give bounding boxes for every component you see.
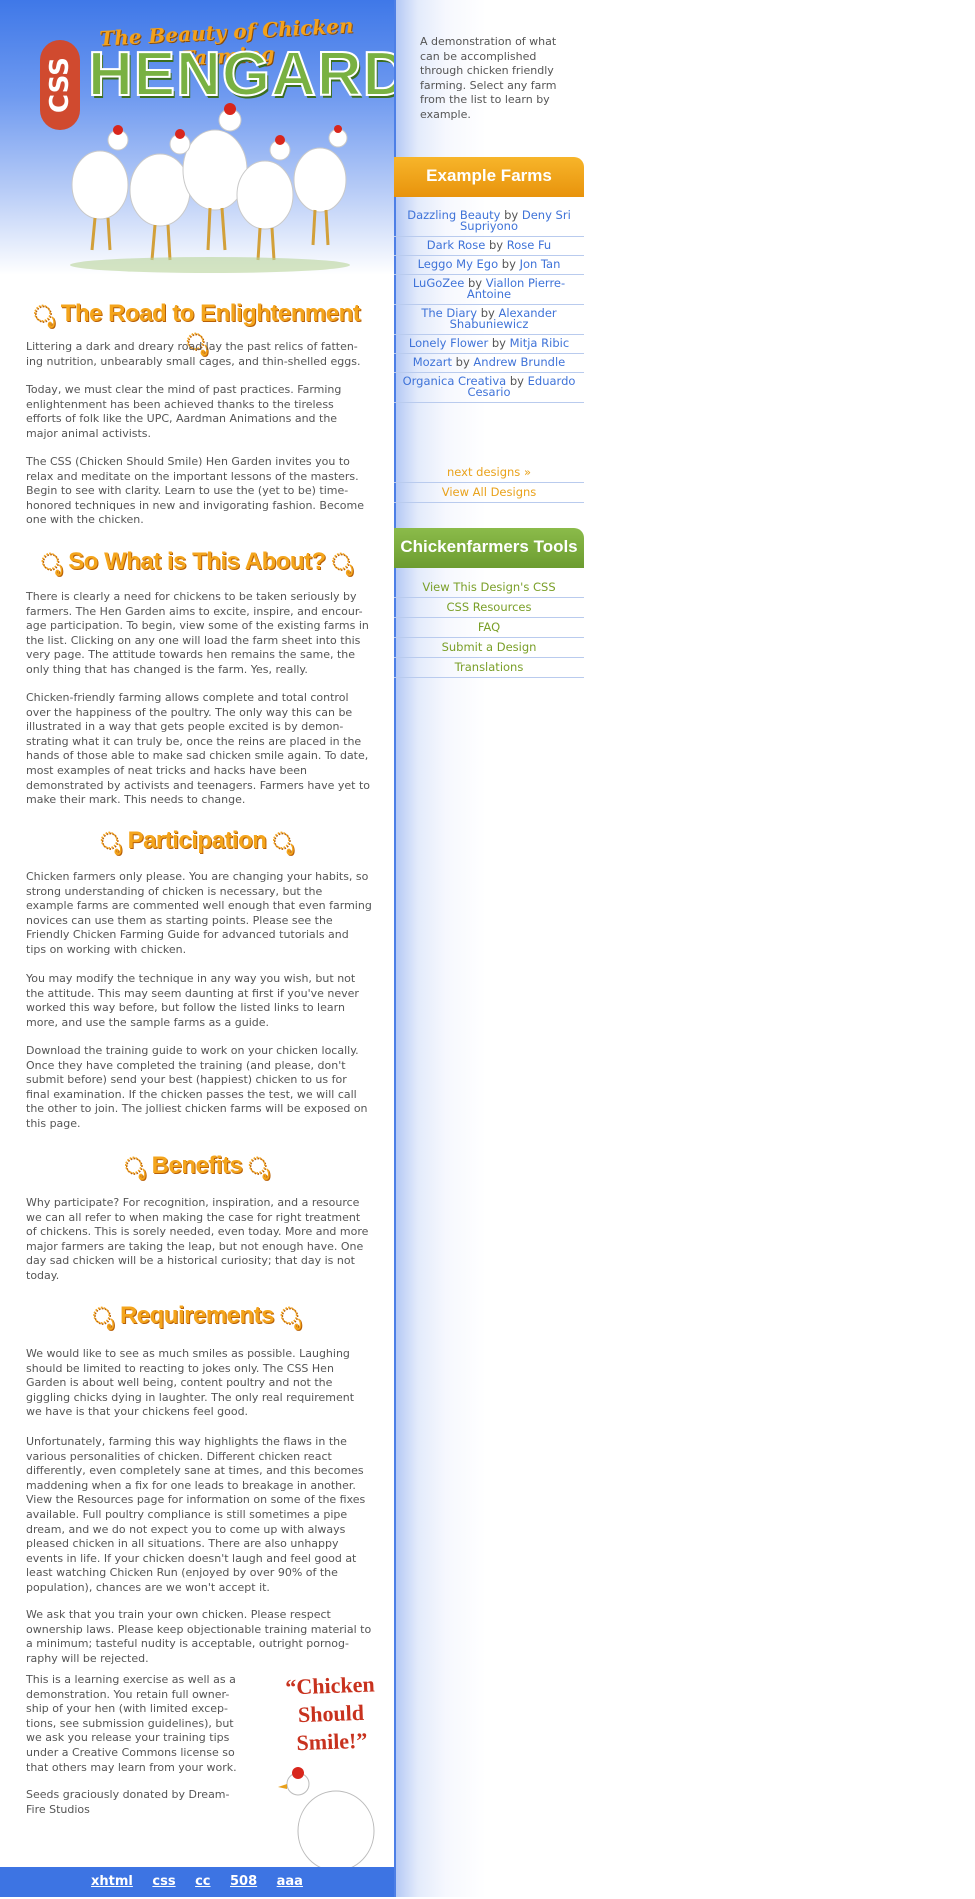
farm-item: Lonely Flower by Mitja Ribic xyxy=(394,335,584,354)
hens-illustration xyxy=(70,103,350,273)
tool-link-view-css[interactable]: View This Design's CSS xyxy=(422,580,555,594)
author-link[interactable]: Mitja Ribic xyxy=(510,336,570,350)
swirl-icon: ೃ xyxy=(248,1153,270,1179)
swirl-icon: ೃ xyxy=(272,828,294,854)
tool-link-submit[interactable]: Submit a Design xyxy=(442,640,537,654)
tool-link-translations[interactable]: Translations xyxy=(455,660,524,674)
by-label: by xyxy=(491,336,506,350)
next-designs-link[interactable]: next designs » xyxy=(447,465,531,479)
author-link[interactable]: Andrew Brundle xyxy=(473,355,565,369)
header-banner: The Beauty of Chicken Farming CSS HENGAR… xyxy=(0,0,394,275)
swirl-icon: ೃ xyxy=(41,549,63,575)
paragraph: There is clearly a need for chickens to … xyxy=(26,590,369,676)
farm-link[interactable]: Mozart xyxy=(413,355,452,369)
example-farms-heading: Example Farms xyxy=(394,157,584,197)
farm-link[interactable]: Dark Rose xyxy=(427,238,486,252)
paragraph: Today, we must clear the mind of past pr… xyxy=(26,383,342,440)
swirl-icon: ೃ xyxy=(280,1303,302,1329)
sidebar-intro: A demonstration of what can be accomplis… xyxy=(420,35,557,121)
tools-heading: Chickenfarmers Tools xyxy=(394,528,584,568)
paragraph: You may modify the technique in any way … xyxy=(26,972,359,1029)
farm-item: Dazzling Beauty by Deny Sri Supriyono xyxy=(394,207,584,237)
by-label: by xyxy=(488,238,504,252)
section-heading: Benefits xyxy=(151,1152,243,1179)
farm-item: Mozart by Andrew Brundle xyxy=(394,354,584,373)
nav-item: View All Designs xyxy=(394,483,584,503)
footer-link-css[interactable]: css xyxy=(152,1874,175,1889)
tool-item: FAQ xyxy=(394,618,584,638)
author-link[interactable]: Jon Tan xyxy=(520,257,561,271)
by-label: by xyxy=(455,355,470,369)
farm-item: Organica Creativa by Eduardo Cesario xyxy=(394,373,584,403)
tool-link-faq[interactable]: FAQ xyxy=(478,620,500,634)
farm-link[interactable]: Lonely Flower xyxy=(409,336,488,350)
swirl-icon: ೃ xyxy=(331,549,353,575)
farm-item: LuGoZee by Viallon Pierre-Antoine xyxy=(394,275,584,305)
page: The Beauty of Chicken Farming CSS HENGAR… xyxy=(0,0,975,1897)
paragraph: We ask that you train your own chicken. … xyxy=(26,1608,372,1665)
tool-link-css-resources[interactable]: CSS Resources xyxy=(446,600,531,614)
paragraph: Chicken-friendly farming allows complete… xyxy=(26,691,371,807)
promo-line: Should Smile!” xyxy=(296,1699,368,1756)
farm-item: Leggo My Ego by Jon Tan xyxy=(394,256,584,275)
section-title-benefits: ೃ Benefits ೃ xyxy=(26,1152,368,1180)
paragraph: Download the training guide to work on y… xyxy=(26,1044,368,1130)
author-link[interactable]: Viallon Pierre-Antoine xyxy=(467,276,565,301)
paragraph: The CSS (Chicken Should Smile) Hen Garde… xyxy=(26,455,364,527)
footer-link-aaa[interactable]: aaa xyxy=(277,1874,303,1889)
farm-item: The Diary by Alexander Shabuniewicz xyxy=(394,305,584,335)
farm-list: Dazzling Beauty by Deny Sri Supriyono Da… xyxy=(394,207,584,403)
section-heading: Participation xyxy=(127,827,267,854)
author-link[interactable]: Rose Fu xyxy=(507,238,552,252)
promo-slogan: “Chicken Should Smile!” xyxy=(267,1670,396,1758)
farm-link[interactable]: LuGoZee xyxy=(413,276,464,290)
by-label: by xyxy=(501,257,516,271)
view-all-designs-link[interactable]: View All Designs xyxy=(442,485,537,499)
tool-item: CSS Resources xyxy=(394,598,584,618)
design-nav: next designs » View All Designs xyxy=(394,463,584,503)
farm-link[interactable]: Leggo My Ego xyxy=(418,257,499,271)
swirl-icon: ೃ xyxy=(92,1303,114,1329)
by-label: by xyxy=(509,374,524,388)
site-logo: HENGARDEN xyxy=(87,40,394,109)
main-column: The Beauty of Chicken Farming CSS HENGAR… xyxy=(0,0,396,1897)
credits: Seeds graciously donated by Dream-Fire S… xyxy=(26,1788,230,1816)
section-title-participation: ೃ Participation ೃ xyxy=(26,827,368,855)
nav-item: next designs » xyxy=(394,463,584,483)
tools-list: View This Design's CSS CSS Resources FAQ… xyxy=(394,578,584,678)
paragraph: Why participate? For recognition, inspir… xyxy=(26,1196,369,1282)
paragraph: Littering a dark and dreary road lay the… xyxy=(26,340,361,368)
farm-item: Dark Rose by Rose Fu xyxy=(394,237,584,256)
footer-link-xhtml[interactable]: xhtml xyxy=(91,1874,133,1889)
paragraph: We would like to see as much smiles as p… xyxy=(26,1347,355,1419)
footer-bar: xhtml css cc 508 aaa xyxy=(0,1867,394,1897)
section-heading: The Road to Enlightenment xyxy=(60,300,361,327)
swirl-icon: ೃ xyxy=(100,828,122,854)
tool-item: View This Design's CSS xyxy=(394,578,584,598)
swirl-icon: ೃ xyxy=(124,1153,146,1179)
section-title-about: ೃ So What is This About? ೃ xyxy=(26,548,368,576)
promo-line: “Chicken xyxy=(284,1671,376,1700)
section-heading: So What is This About? xyxy=(68,548,326,575)
section-heading: Requirements xyxy=(119,1302,275,1329)
paragraph: Unfortunately, farming this way highligh… xyxy=(26,1435,366,1594)
footer-link-508[interactable]: 508 xyxy=(230,1874,257,1889)
paragraph: This is a learning exercise as well as a… xyxy=(26,1673,237,1774)
footer-link-cc[interactable]: cc xyxy=(195,1874,210,1889)
promo-graphic: “Chicken Should Smile!” xyxy=(267,1670,396,1896)
section-title-requirements: ೃ Requirements ೃ xyxy=(26,1302,368,1330)
tool-item: Translations xyxy=(394,658,584,678)
paragraph: Chicken farmers only please. You are cha… xyxy=(26,870,372,956)
tool-item: Submit a Design xyxy=(394,638,584,658)
swirl-icon: ೃ xyxy=(33,301,55,327)
